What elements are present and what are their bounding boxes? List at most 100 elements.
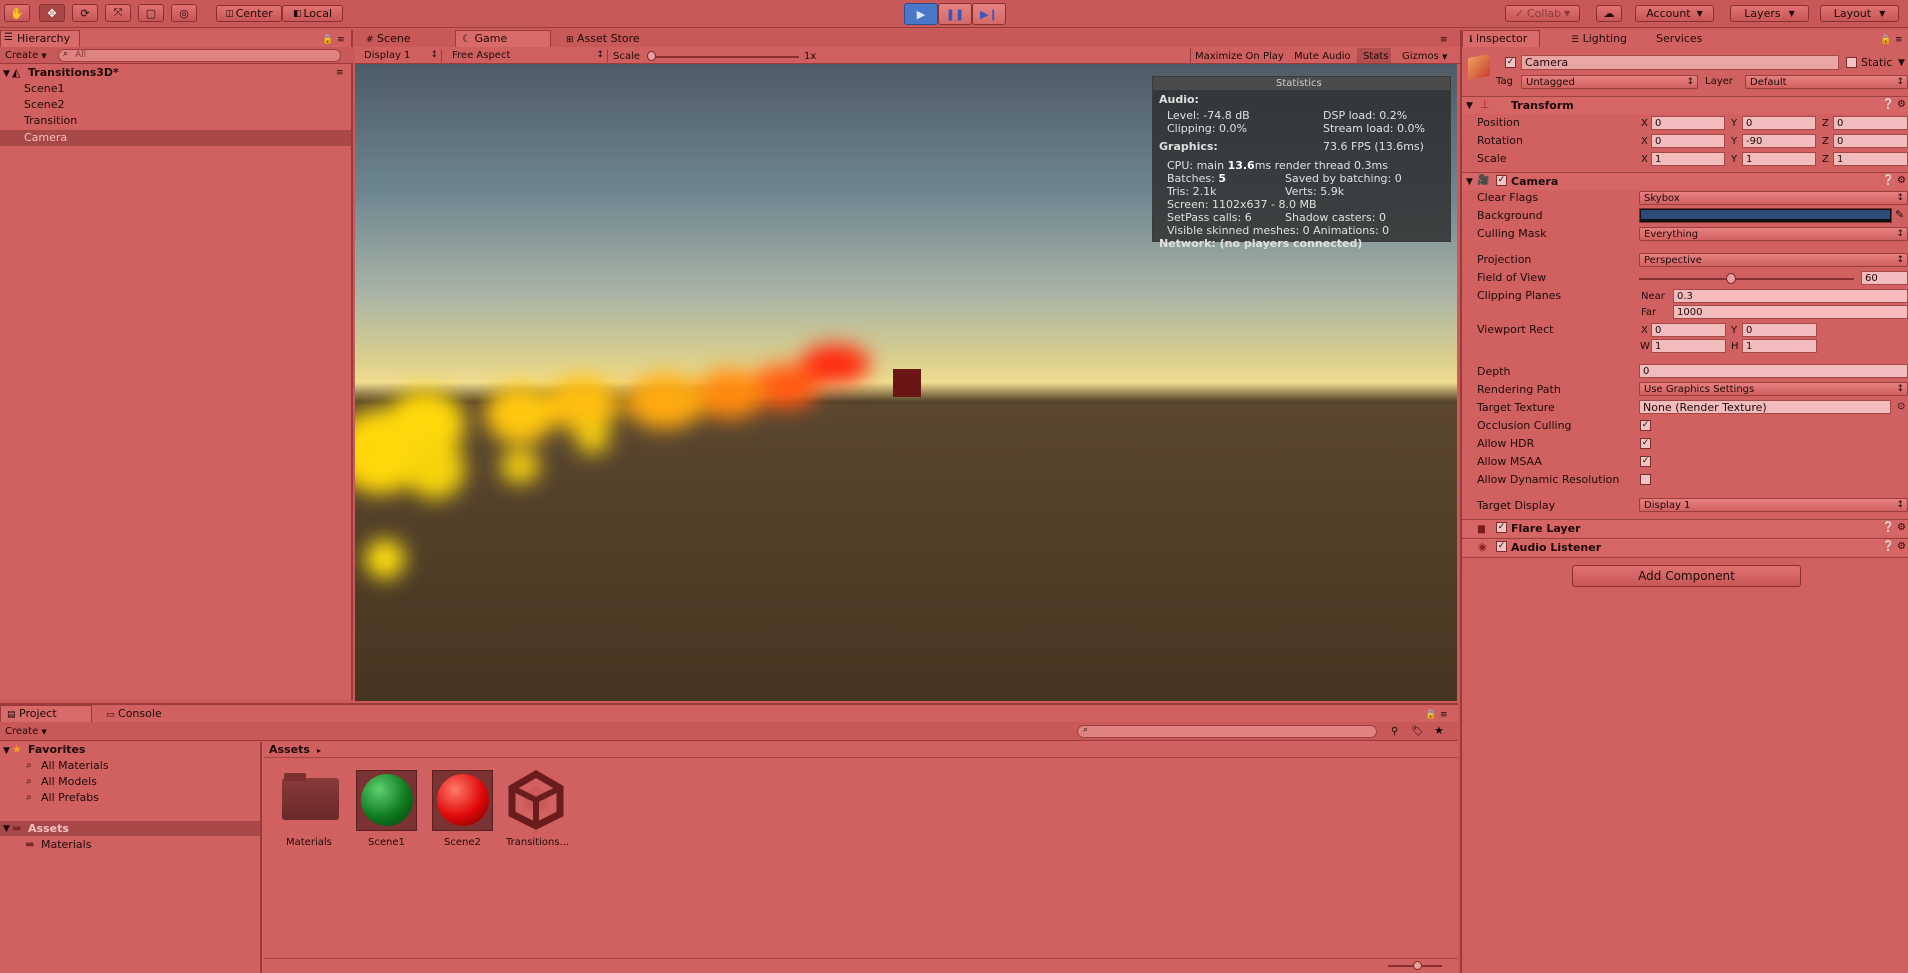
- background-color-field[interactable]: [1639, 208, 1892, 223]
- object-picker-icon[interactable]: ⊙: [1897, 400, 1905, 414]
- tab-lighting[interactable]: ☰ Lighting: [1565, 31, 1633, 48]
- hierarchy-search-input[interactable]: ⌕ All: [58, 49, 341, 62]
- tab-console[interactable]: ▭ Console: [100, 706, 168, 723]
- hierarchy-create-button[interactable]: Create ▼: [5, 49, 47, 63]
- viewport-x-field[interactable]: 0: [1651, 323, 1726, 337]
- near-field[interactable]: 0.3: [1673, 289, 1908, 303]
- scale-x-field[interactable]: 1: [1651, 152, 1725, 166]
- allow-hdr-checkbox[interactable]: [1640, 438, 1651, 449]
- hierarchy-item-scene1[interactable]: Scene1: [24, 82, 65, 96]
- tab-asset-store[interactable]: ⊞ Asset Store: [560, 31, 646, 48]
- transform-tool-button[interactable]: ◎: [171, 4, 197, 22]
- target-texture-field[interactable]: None (Render Texture): [1639, 400, 1891, 414]
- gizmos-dropdown[interactable]: Gizmos ▼: [1402, 50, 1447, 64]
- collab-button[interactable]: ✓ Collab ▼: [1505, 5, 1580, 22]
- culling-mask-dropdown[interactable]: Everything: [1639, 227, 1908, 241]
- hierarchy-item-transition[interactable]: Transition: [24, 114, 77, 128]
- far-field[interactable]: 1000: [1673, 305, 1908, 319]
- hand-tool-button[interactable]: ✋: [4, 4, 30, 22]
- project-create-button[interactable]: Create ▼: [5, 725, 47, 739]
- help-icon[interactable]: ❔: [1882, 98, 1894, 112]
- favorite-all-prefabs[interactable]: All Prefabs: [41, 791, 99, 805]
- position-x-field[interactable]: 0: [1651, 116, 1725, 130]
- help-icon[interactable]: ❔: [1882, 174, 1894, 188]
- eyedropper-icon[interactable]: ✎: [1895, 208, 1904, 222]
- rotate-tool-button[interactable]: ⟳: [72, 4, 98, 22]
- project-lock-icon[interactable]: 🔒: [1425, 708, 1436, 722]
- tab-project[interactable]: ▤ Project: [0, 705, 92, 722]
- allow-msaa-checkbox[interactable]: [1640, 456, 1651, 467]
- pivot-local-button[interactable]: ◧ Local: [282, 5, 343, 22]
- camera-enabled-checkbox[interactable]: [1496, 175, 1507, 186]
- thumbnail-size-slider-thumb[interactable]: [1413, 961, 1422, 970]
- position-z-field[interactable]: 0: [1833, 116, 1908, 130]
- scene-menu-icon[interactable]: ≡: [336, 66, 344, 80]
- gameobject-active-checkbox[interactable]: [1505, 57, 1516, 68]
- rendering-path-dropdown[interactable]: Use Graphics Settings: [1639, 382, 1908, 396]
- rect-tool-button[interactable]: ▢: [138, 4, 164, 22]
- target-display-dropdown[interactable]: Display 1: [1639, 498, 1908, 512]
- settings-gear-icon[interactable]: ⚙: [1897, 98, 1906, 112]
- assets-tree-label[interactable]: Assets: [28, 822, 69, 836]
- favorites-label[interactable]: Favorites: [28, 743, 85, 757]
- fov-field[interactable]: 60: [1861, 271, 1908, 285]
- audio-listener-checkbox[interactable]: [1496, 541, 1507, 552]
- object-name-field[interactable]: Camera: [1521, 55, 1839, 70]
- allow-dynamic-resolution-checkbox[interactable]: [1640, 474, 1651, 485]
- filter-by-type-icon[interactable]: ⚲: [1391, 725, 1398, 739]
- inspector-menu-icon[interactable]: ≡: [1895, 33, 1903, 47]
- clear-flags-dropdown[interactable]: Skybox: [1639, 191, 1908, 205]
- pivot-center-button[interactable]: ◫ Center: [216, 5, 282, 22]
- cloud-button[interactable]: ☁: [1596, 5, 1622, 22]
- game-viewport[interactable]: Statistics Audio: Level: -74.8 dB DSP lo…: [355, 64, 1457, 701]
- static-dropdown-icon[interactable]: ▼: [1898, 56, 1905, 70]
- favorites-foldout-icon[interactable]: ▼: [3, 744, 10, 758]
- asset-scene1[interactable]: Scene1: [356, 770, 418, 850]
- settings-gear-icon[interactable]: ⚙: [1897, 521, 1906, 535]
- help-icon[interactable]: ❔: [1882, 540, 1894, 554]
- tab-services[interactable]: Services: [1650, 31, 1708, 47]
- fov-slider-track[interactable]: [1639, 278, 1854, 280]
- tab-game[interactable]: ☾ Game: [455, 30, 551, 47]
- static-checkbox[interactable]: [1846, 57, 1857, 68]
- viewport-h-field[interactable]: 1: [1742, 339, 1817, 353]
- favorite-star-icon[interactable]: ★: [1434, 724, 1444, 738]
- camera-foldout-icon[interactable]: ▼: [1466, 175, 1473, 189]
- layer-dropdown[interactable]: Default: [1745, 75, 1908, 89]
- add-component-button[interactable]: Add Component: [1572, 565, 1801, 587]
- tag-dropdown[interactable]: Untagged: [1521, 75, 1698, 89]
- scene-root-arrow-icon[interactable]: ▼: [3, 67, 10, 81]
- help-icon[interactable]: ❔: [1882, 521, 1894, 535]
- pause-button[interactable]: ❚❚: [938, 3, 972, 25]
- stats-toggle[interactable]: Stats: [1363, 50, 1389, 64]
- scale-slider-thumb[interactable]: [647, 51, 656, 61]
- move-tool-button[interactable]: ✥: [39, 4, 65, 22]
- filter-by-label-icon[interactable]: 🏷: [1411, 725, 1424, 739]
- project-search-input[interactable]: ⌕: [1077, 725, 1377, 738]
- breadcrumb-assets[interactable]: Assets: [269, 743, 310, 757]
- layout-button[interactable]: Layout ▼: [1820, 5, 1899, 22]
- project-menu-icon[interactable]: ≡: [1440, 708, 1448, 722]
- layers-button[interactable]: Layers ▼: [1730, 5, 1809, 22]
- scale-y-field[interactable]: 1: [1742, 152, 1816, 166]
- maximize-on-play-toggle[interactable]: Maximize On Play: [1195, 50, 1284, 64]
- settings-gear-icon[interactable]: ⚙: [1897, 174, 1906, 188]
- viewport-y-field[interactable]: 0: [1742, 323, 1817, 337]
- asset-materials-folder[interactable]: Materials: [282, 770, 340, 850]
- transform-foldout-icon[interactable]: ▼: [1466, 99, 1473, 113]
- asset-transitions-scene[interactable]: Transitions...: [506, 770, 569, 850]
- play-button[interactable]: ▶: [904, 3, 938, 25]
- favorite-all-materials[interactable]: All Materials: [41, 759, 109, 773]
- scene-root-label[interactable]: Transitions3D*: [28, 66, 119, 80]
- scale-z-field[interactable]: 1: [1833, 152, 1908, 166]
- display-dropdown[interactable]: Display 1: [360, 49, 442, 63]
- settings-gear-icon[interactable]: ⚙: [1897, 540, 1906, 554]
- projection-dropdown[interactable]: Perspective: [1639, 253, 1908, 267]
- mute-audio-toggle[interactable]: Mute Audio: [1294, 50, 1351, 64]
- game-menu-icon[interactable]: ≡: [1440, 33, 1448, 47]
- occlusion-culling-checkbox[interactable]: [1640, 420, 1651, 431]
- rotation-x-field[interactable]: 0: [1651, 134, 1725, 148]
- scale-tool-button[interactable]: ⤧: [105, 4, 131, 22]
- tree-item-materials[interactable]: Materials: [41, 838, 91, 852]
- panel-menu-icon[interactable]: ≡: [337, 33, 345, 47]
